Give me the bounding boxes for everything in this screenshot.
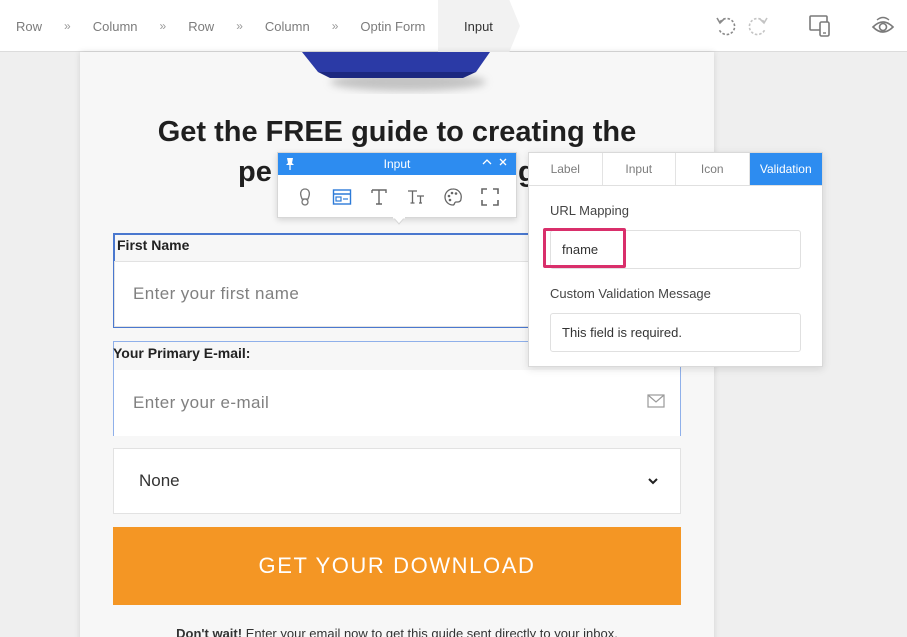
email-label: Your Primary E-mail: <box>113 345 251 361</box>
editor-topbar: Row » Column » Row » Column » Optin Form… <box>0 0 907 52</box>
footer-note-text: Enter your email now to get this guide s… <box>242 626 618 637</box>
breadcrumb-item-column[interactable]: Column <box>265 19 310 34</box>
breadcrumb: Row » Column » Row » Column » Optin Form <box>0 0 425 52</box>
first-name-input[interactable]: Enter your first name <box>114 261 532 327</box>
chevron-down-icon <box>646 473 660 487</box>
input-field-icon[interactable] <box>329 184 355 210</box>
close-icon[interactable] <box>496 156 510 170</box>
tab-validation[interactable]: Validation <box>749 153 822 185</box>
first-name-label: First Name <box>117 237 190 253</box>
responsive-preview-icon[interactable] <box>806 12 834 40</box>
breadcrumb-item-optin-form[interactable]: Optin Form <box>360 19 425 34</box>
breadcrumb-item-row[interactable]: Row <box>16 19 42 34</box>
headline-fragment-left: pe <box>238 156 272 188</box>
book-cover-image <box>302 52 490 91</box>
breadcrumb-separator: » <box>331 19 339 33</box>
breadcrumb-separator: » <box>159 19 167 33</box>
eye-icon[interactable] <box>869 12 897 40</box>
collapse-icon[interactable] <box>480 156 494 170</box>
element-mini-toolbar: Input <box>277 152 517 218</box>
expand-icon[interactable] <box>477 184 503 210</box>
pin-icon[interactable] <box>284 157 296 171</box>
mail-icon <box>647 394 665 408</box>
breadcrumb-item-active[interactable]: Input <box>438 0 520 52</box>
dropdown-selected-value: None <box>139 471 180 490</box>
validation-message-input[interactable]: This field is required. <box>550 313 801 352</box>
tab-icon[interactable]: Icon <box>676 153 750 185</box>
tab-input[interactable]: Input <box>603 153 676 185</box>
mini-toolbar-header[interactable]: Input <box>278 153 516 175</box>
mini-toolbar-title: Input <box>383 157 411 171</box>
footer-note: Don't wait! Enter your email now to get … <box>80 626 714 637</box>
font-size-icon[interactable] <box>403 184 429 210</box>
url-mapping-label: URL Mapping <box>550 203 630 218</box>
mini-toolbar-pointer <box>393 217 405 225</box>
tab-label[interactable]: Label <box>529 153 603 185</box>
settings-tabs: Label Input Icon Validation <box>529 153 822 186</box>
palette-icon[interactable] <box>440 184 466 210</box>
undo-icon[interactable] <box>712 12 740 40</box>
text-style-icon[interactable] <box>366 184 392 210</box>
pin-tool-icon[interactable] <box>292 184 318 210</box>
page-headline: Get the FREE guide to creating the <box>157 116 637 148</box>
validation-message-label: Custom Validation Message <box>550 286 711 301</box>
get-download-button[interactable]: GET YOUR DOWNLOAD <box>113 527 681 605</box>
breadcrumb-item-row[interactable]: Row <box>188 19 214 34</box>
dropdown-select[interactable]: None <box>113 448 681 514</box>
breadcrumb-separator: » <box>236 19 243 33</box>
breadcrumb-separator: » <box>64 19 71 33</box>
breadcrumb-item-column[interactable]: Column <box>93 19 138 34</box>
mini-toolbar-tools <box>278 175 516 218</box>
redo-icon[interactable] <box>744 12 772 40</box>
annotation-highlight-box <box>543 228 626 268</box>
footer-note-bold: Don't wait! <box>176 626 243 637</box>
email-input[interactable]: Enter your e-mail <box>114 370 680 436</box>
